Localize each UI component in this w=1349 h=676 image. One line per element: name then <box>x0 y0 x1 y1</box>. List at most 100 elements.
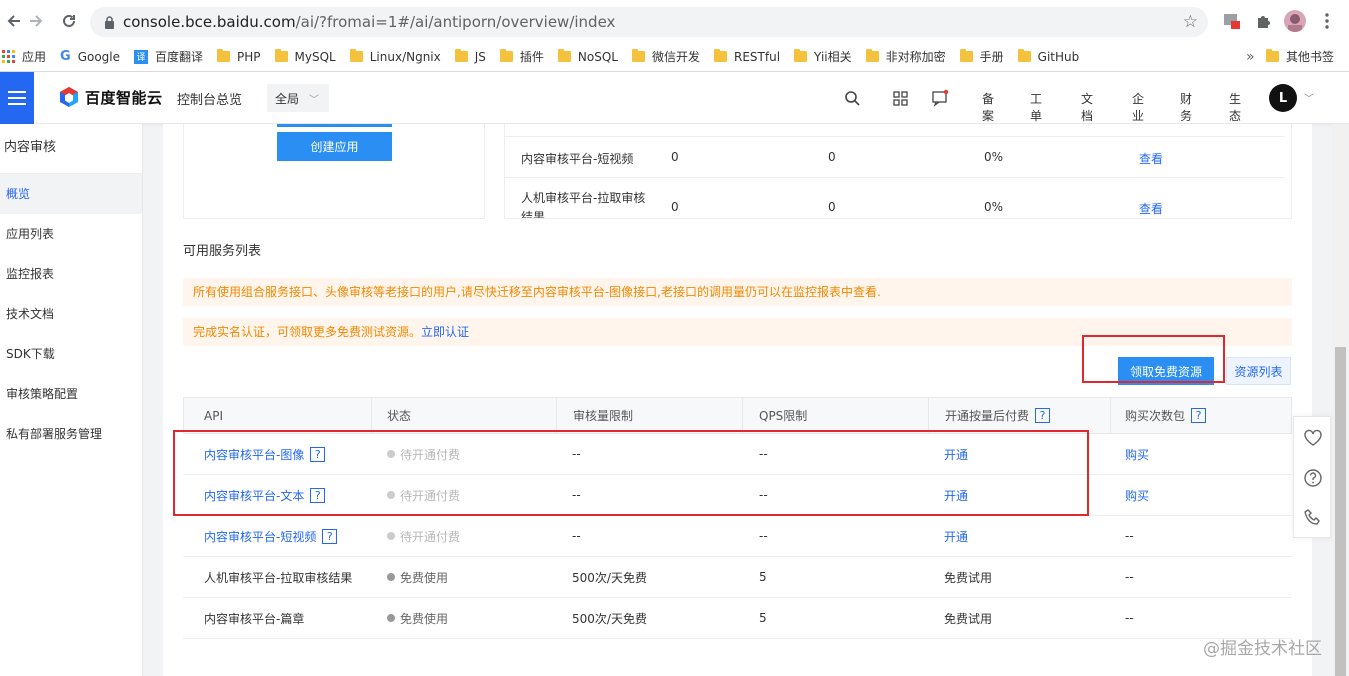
verify-now-link[interactable]: 立即认证 <box>421 325 469 339</box>
view-link[interactable]: 查看 <box>1139 150 1163 167</box>
translate-icon: 译 <box>134 49 149 64</box>
sidebar-item-sdk-download[interactable]: SDK下载 <box>0 334 142 374</box>
folder-icon <box>217 49 231 62</box>
table-row: 人机审核平台-拉取审核结果 免费使用 500次/天免费 5 免费试用 -- <box>183 557 1292 598</box>
address-bar[interactable]: console.bce.baidu.com/ai/?fromai=1#/ai/a… <box>90 7 1208 37</box>
header-label: 开通按量后付费 <box>945 409 1030 423</box>
other-bookmarks[interactable]: 其他书签 <box>1266 48 1334 65</box>
bookmark-folder[interactable]: NoSQL <box>557 49 618 64</box>
message-icon[interactable] <box>929 87 951 109</box>
chevron-down-icon: ﹀ <box>309 94 320 106</box>
bookmarks-overflow-button[interactable]: » <box>1246 49 1255 65</box>
profile-avatar[interactable] <box>1284 10 1306 32</box>
notice-text: 完成实名认证，可领取更多免费测试资源。 <box>193 325 422 339</box>
folder-icon <box>274 49 288 62</box>
bookmark-label: PHP <box>237 49 261 64</box>
question-icon[interactable] <box>1303 468 1323 488</box>
bookmark-folder[interactable]: 非对称加密 <box>865 48 946 65</box>
package-cell: -- <box>1125 611 1134 625</box>
puzzle-icon[interactable] <box>1252 10 1274 32</box>
url-text: console.bce.baidu.com/ai/?fromai=1#/ai/a… <box>123 13 615 31</box>
purchase-link[interactable]: 购买 <box>1125 475 1149 515</box>
region-select[interactable]: 全局 ﹀ <box>267 84 329 112</box>
forward-icon[interactable] <box>22 7 50 35</box>
create-app-card: 创建应用 <box>183 124 485 219</box>
nav-link-ecosystem[interactable]: 生态 <box>1229 90 1241 124</box>
usage-overview-table: 内容审核平台-短视频 0 0 0% 查看 人机审核平台-拉取审核结果 0 0 0… <box>504 124 1292 219</box>
bookmark-label: 非对称加密 <box>885 50 946 64</box>
bookmark-label: NoSQL <box>577 49 618 64</box>
scrollbar-thumb[interactable] <box>1335 347 1346 676</box>
view-link[interactable]: 查看 <box>1139 200 1163 217</box>
bookmark-folder[interactable]: MySQL <box>274 49 336 64</box>
grid-apps-icon[interactable] <box>889 87 911 109</box>
heart-icon[interactable] <box>1303 428 1323 448</box>
api-cell[interactable]: 内容审核平台-短视频? <box>204 516 338 556</box>
qps-cell: -- <box>759 529 768 543</box>
activate-link[interactable]: 开通 <box>944 516 968 556</box>
sidebar-item-tech-docs[interactable]: 技术文档 <box>0 294 142 334</box>
rate-value: 0% <box>984 150 1004 164</box>
help-icon[interactable]: ? <box>1191 408 1207 423</box>
bookmark-folder[interactable]: 插件 <box>499 48 544 65</box>
console-header: 百度智能云 控制台总览 全局 ﹀ 备案 工单 文档 企业 财务 生态 L ﹀ <box>0 72 1349 124</box>
folder-icon <box>349 49 363 62</box>
reload-icon[interactable] <box>55 7 83 35</box>
resource-list-button[interactable]: 资源列表 <box>1226 357 1291 385</box>
bookmark-apps[interactable]: 应用 <box>2 48 46 65</box>
column-divider <box>1110 398 1111 434</box>
phone-icon[interactable] <box>1303 508 1323 528</box>
search-icon[interactable] <box>841 87 863 109</box>
bookmark-label: Linux/Ngnix <box>369 49 441 64</box>
rate-value: 0% <box>984 200 1004 214</box>
sidebar-item-private-deploy[interactable]: 私有部署服务管理 <box>0 414 142 454</box>
console-home-link[interactable]: 控制台总览 <box>177 89 242 108</box>
service-name: 内容审核平台-短视频 <box>521 152 634 166</box>
bookmark-folder[interactable]: Linux/Ngnix <box>349 49 441 64</box>
bookmark-folder[interactable]: JS <box>454 49 486 64</box>
sidebar-item-audit-policy[interactable]: 审核策略配置 <box>0 374 142 414</box>
apps-grid-icon <box>2 50 15 63</box>
status-dot-icon <box>387 573 395 581</box>
audit-limit-cell: -- <box>572 529 581 543</box>
bookmark-google[interactable]: G Google <box>60 49 120 64</box>
purchase-link[interactable]: 购买 <box>1125 434 1149 474</box>
bookmark-folder[interactable]: 手册 <box>959 48 1004 65</box>
column-divider <box>742 398 743 434</box>
baidu-cloud-logo[interactable]: 百度智能云 <box>58 86 163 108</box>
sidebar-item-monitor-report[interactable]: 监控报表 <box>0 254 142 294</box>
table-row: 内容审核平台-篇章 免费使用 500次/天免费 5 免费试用 -- <box>183 598 1292 639</box>
url-host: console.bce.baidu.com <box>123 13 296 31</box>
nav-link-enterprise[interactable]: 企业 <box>1132 90 1144 124</box>
bookmark-folder[interactable]: PHP <box>217 49 261 64</box>
chevron-down-icon[interactable]: ﹀ <box>1304 90 1314 105</box>
bookmark-label: 其他书签 <box>1286 50 1335 64</box>
cloud-logo-icon <box>60 87 78 107</box>
nav-link-ticket[interactable]: 工单 <box>1030 90 1042 124</box>
help-icon[interactable]: ? <box>322 528 338 544</box>
create-app-button[interactable]: 创建应用 <box>277 132 392 161</box>
nav-link-filing[interactable]: 备案 <box>982 90 994 124</box>
bookmark-translate[interactable]: 译 百度翻译 <box>134 48 203 65</box>
hamburger-menu-icon[interactable] <box>0 72 34 124</box>
folder-icon <box>1266 49 1279 62</box>
status-text: 待开通付费 <box>400 529 461 544</box>
status-dot-icon <box>387 614 395 622</box>
bookmark-folder[interactable]: GitHub <box>1017 49 1079 64</box>
extension-icon[interactable] <box>1221 10 1243 32</box>
bookmark-star-icon[interactable]: ☆ <box>1183 12 1198 32</box>
audit-limit-cell: 500次/天免费 <box>572 611 647 626</box>
help-icon[interactable]: ? <box>1035 408 1051 423</box>
bookmarks-bar: 应用 G Google 译 百度翻译 PHP MySQL Linux/Ngnix… <box>0 42 1349 72</box>
nav-link-finance[interactable]: 财务 <box>1180 90 1192 124</box>
bookmark-folder[interactable]: RESTful <box>714 49 780 64</box>
nav-link-docs[interactable]: 文档 <box>1081 90 1093 124</box>
menu-kebab-icon[interactable] <box>1316 10 1338 32</box>
bookmark-folder[interactable]: 微信开发 <box>632 48 700 65</box>
sidebar-item-overview[interactable]: 概览 <box>0 174 142 214</box>
notice-text: 所有使用组合服务接口、头像审核等老接口的用户,请尽快迁移至内容审核平台-图像接口… <box>193 285 881 299</box>
sidebar-item-app-list[interactable]: 应用列表 <box>0 214 142 254</box>
user-avatar[interactable]: L <box>1269 84 1297 112</box>
api-name-link[interactable]: 内容审核平台-短视频 <box>204 528 316 545</box>
bookmark-folder[interactable]: Yii相关 <box>794 48 852 65</box>
